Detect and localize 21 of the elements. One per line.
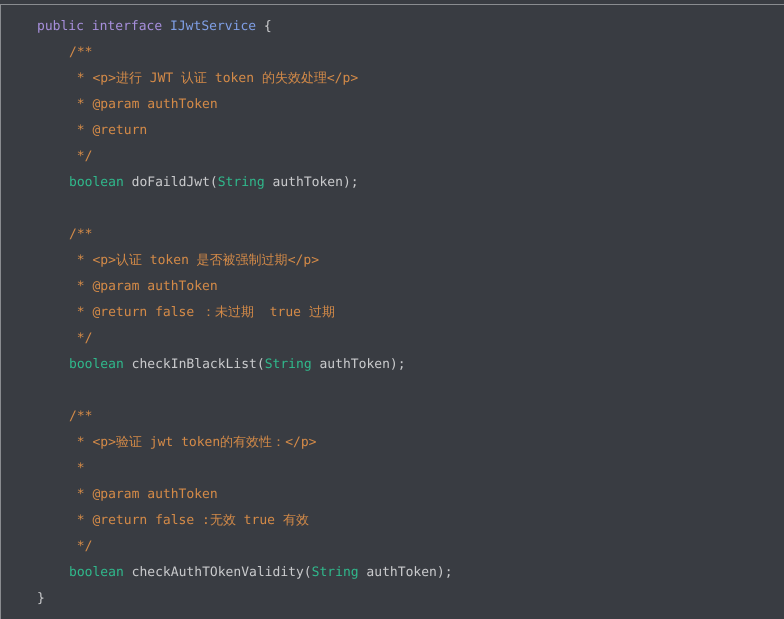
code-line: * @return (76, 122, 148, 140)
code-line: * <p>认证 token 是否被强制过期</p> (76, 252, 320, 270)
code-line: /** (69, 44, 92, 62)
code-line: * @return false :无效 true 有效 (76, 512, 309, 530)
code-line: * <p>进行 JWT 认证 token 的失效处理</p> (76, 70, 358, 88)
code-line: boolean checkInBlackList(String authToken); (69, 356, 406, 374)
code-line: * @return false ：未过期 true 过期 (76, 304, 335, 322)
code-line: * <p>验证 jwt token的有效性：</p> (76, 434, 317, 452)
code-line: */ (76, 330, 92, 348)
code-line: } (37, 590, 45, 608)
code-line: * @param authToken (76, 278, 218, 296)
code-line: * @param authToken (76, 96, 218, 114)
code-line: boolean doFaildJwt(String authToken); (69, 174, 359, 192)
code-line: * (76, 460, 85, 478)
code-line: boolean checkAuthTOkenValidity(String authToken); (69, 564, 453, 582)
code-line: /** (69, 408, 92, 426)
code-line: /** (69, 226, 92, 244)
code-line: * @param authToken (76, 486, 218, 504)
code-line: */ (76, 148, 92, 166)
code-line: */ (76, 538, 92, 556)
code-line: public interface IJwtService { (37, 18, 272, 36)
